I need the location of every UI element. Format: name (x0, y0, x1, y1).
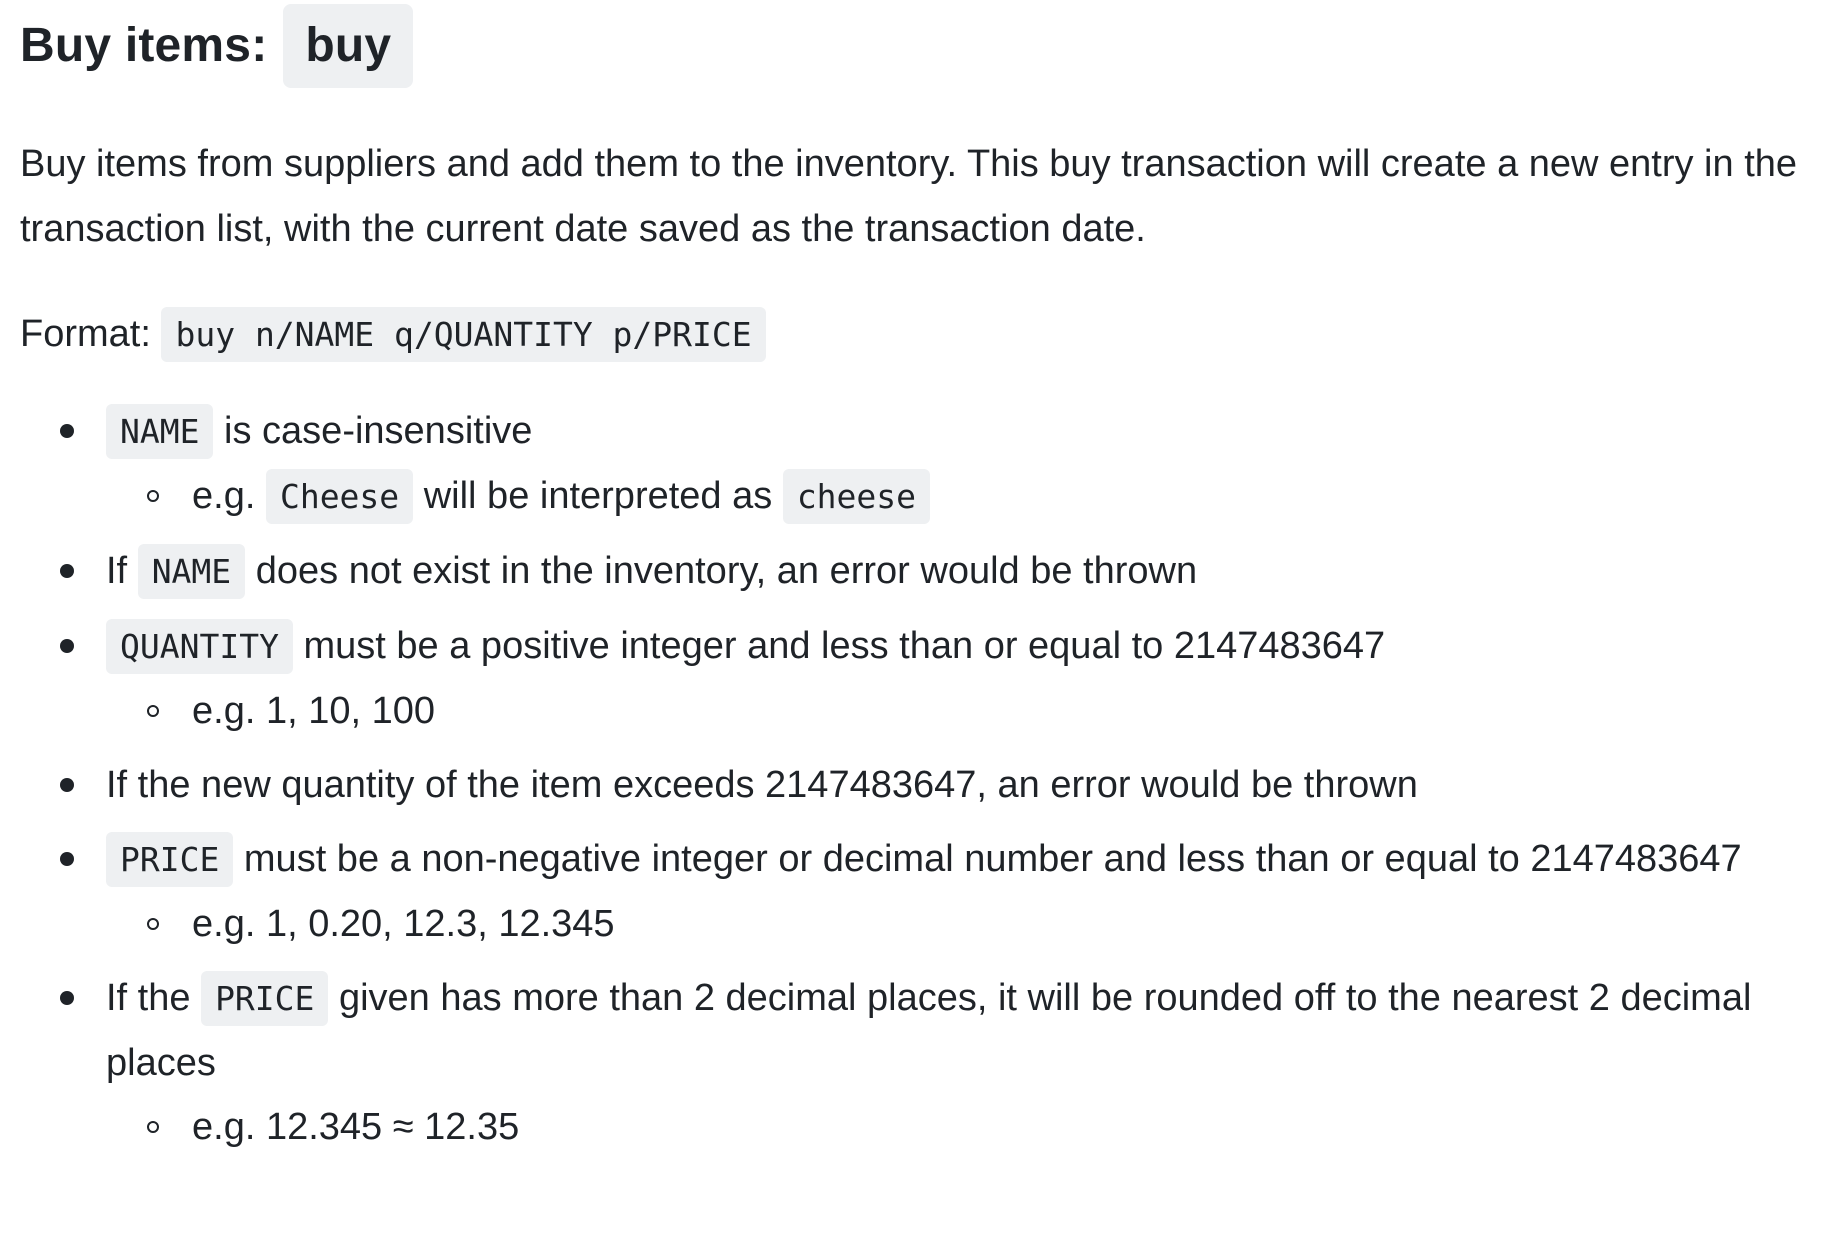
rule-code: PRICE (201, 971, 329, 1026)
description-paragraph: Buy items from suppliers and add them to… (20, 143, 1798, 250)
example-item: e.g. 1, 10, 100 (147, 679, 1814, 743)
heading-text: Buy items: (20, 19, 268, 72)
rule-code: NAME (137, 544, 246, 599)
rule-quantity-overflow: If the new quantity of the item exceeds … (60, 753, 1814, 817)
rule-text: must be a positive integer and less than… (303, 625, 1386, 667)
example-prefix: e.g. (192, 475, 256, 517)
example-item: e.g. 1, 0.20, 12.3, 12.345 (147, 892, 1814, 956)
section-heading: Buy items: buy (20, 0, 1814, 88)
sub-list: e.g. Cheese will be interpreted as chees… (106, 464, 1814, 529)
rule-code: NAME (106, 404, 214, 459)
rule-price: PRICE must be a non-negative integer or … (60, 827, 1814, 956)
rule-price-rounding: If the PRICE given has more than 2 decim… (60, 966, 1814, 1159)
rule-text: given has more than 2 decimal places, it… (106, 977, 1752, 1084)
rule-name-case: NAME is case-insensitive e.g. Cheese wil… (60, 399, 1814, 529)
format-label: Format: (20, 313, 151, 355)
rule-text: does not exist in the inventory, an erro… (255, 550, 1198, 592)
example-text: will be interpreted as (423, 475, 773, 517)
doc-page: Buy items: buy Buy items from suppliers … (0, 0, 1834, 1159)
rule-code: PRICE (106, 832, 234, 887)
sub-list: e.g. 1, 0.20, 12.3, 12.345 (106, 892, 1814, 956)
sub-list: e.g. 1, 10, 100 (106, 679, 1814, 743)
example-item: e.g. 12.345 ≈ 12.35 (147, 1095, 1814, 1159)
rule-quantity: QUANTITY must be a positive integer and … (60, 614, 1814, 743)
rule-name-exists: If NAME does not exist in the inventory,… (60, 539, 1814, 604)
rule-code: QUANTITY (106, 619, 293, 674)
sub-list: e.g. 12.345 ≈ 12.35 (106, 1095, 1814, 1159)
example-code: cheese (782, 469, 931, 524)
rules-list: NAME is case-insensitive e.g. Cheese wil… (20, 399, 1814, 1159)
format-code: buy n/NAME q/QUANTITY p/PRICE (161, 307, 766, 362)
rule-text: If the new quantity of the item exceeds … (106, 764, 1418, 806)
rule-text: is case-insensitive (224, 410, 533, 452)
heading-command-code: buy (283, 4, 414, 88)
example-code: Cheese (265, 469, 414, 524)
example-item: e.g. Cheese will be interpreted as chees… (147, 464, 1814, 529)
rule-prefix: If the (106, 977, 191, 1019)
rule-prefix: If (106, 550, 128, 592)
rule-text: must be a non-negative integer or decima… (243, 838, 1742, 880)
format-line: Format: buy n/NAME q/QUANTITY p/PRICE (20, 304, 1814, 365)
